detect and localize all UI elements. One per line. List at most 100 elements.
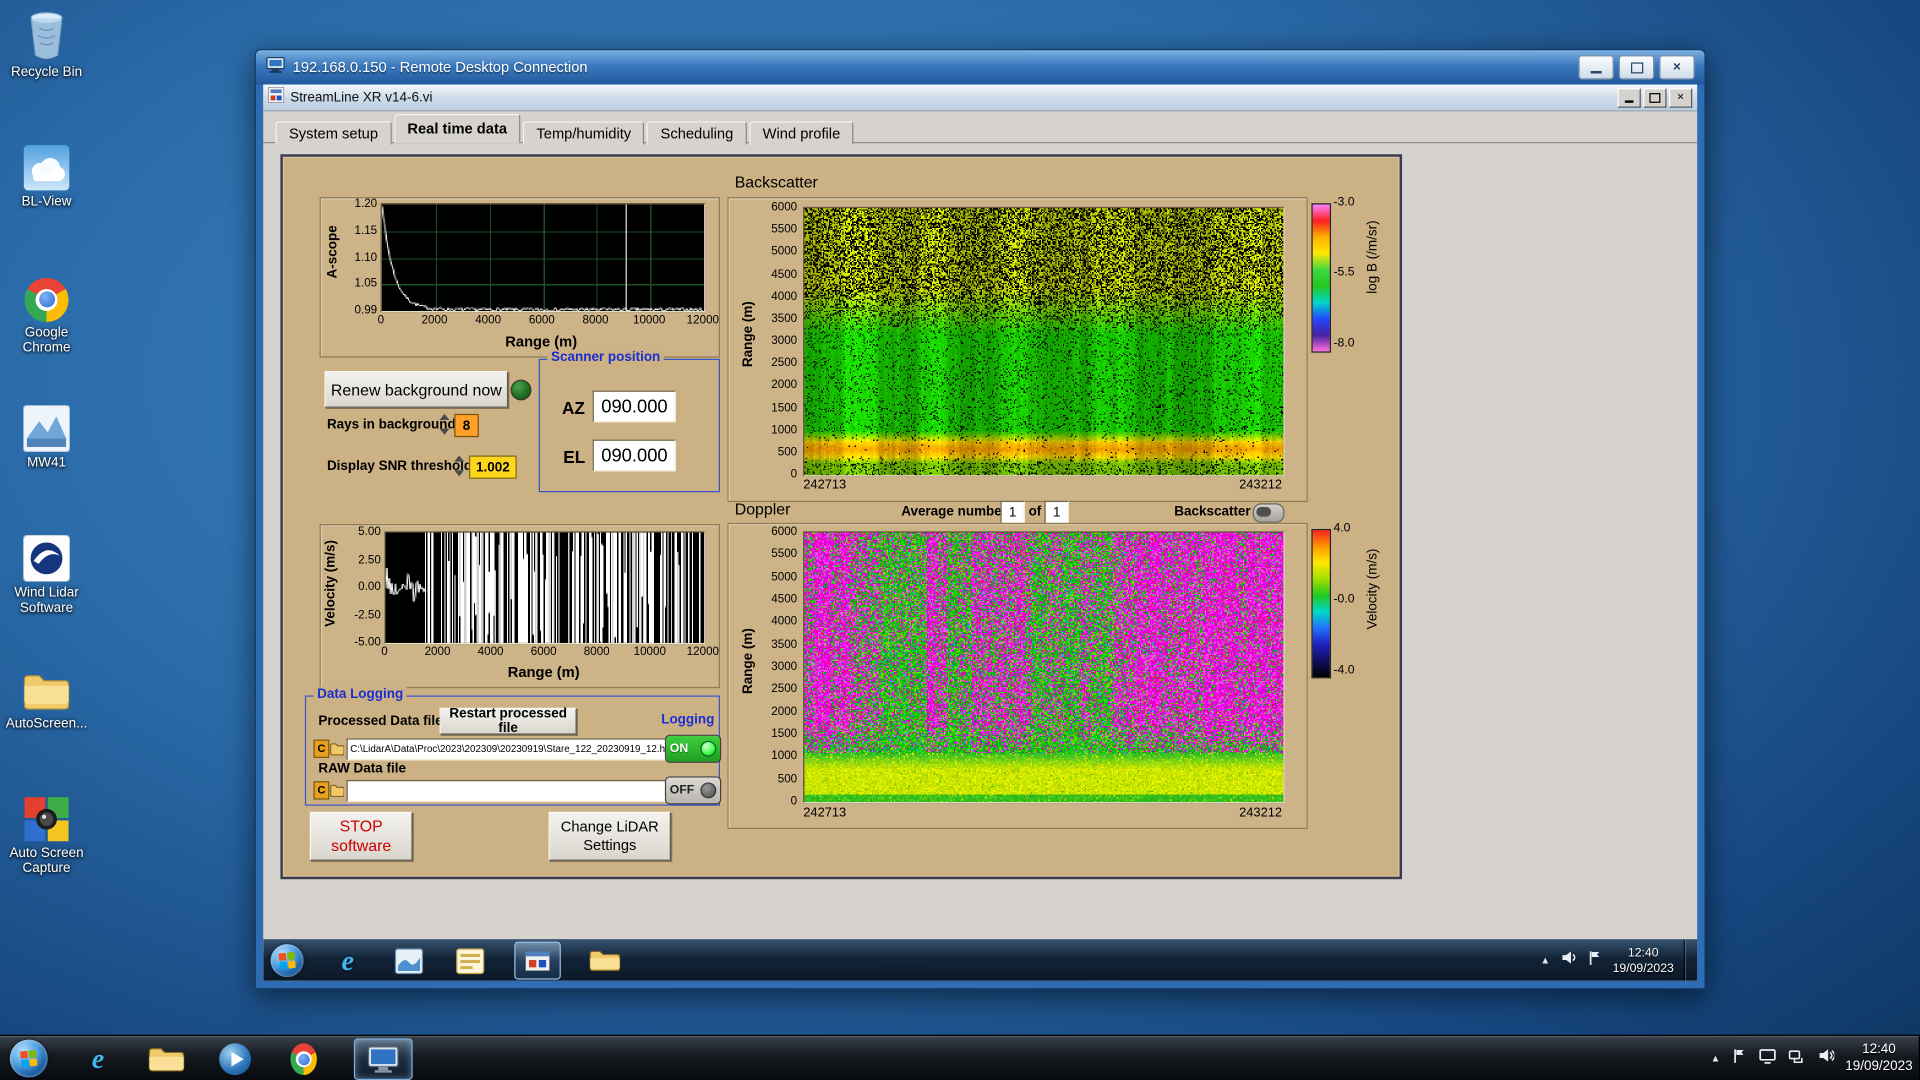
remote-tray-chevron-icon[interactable]: ▲: [1540, 955, 1550, 966]
rdc-close-button[interactable]: ×: [1659, 55, 1695, 80]
average-total-field[interactable]: 1: [1044, 500, 1069, 525]
tick-label: 1.05: [354, 277, 378, 291]
host-taskbar: e ▲ 12:40 19/09/2023: [0, 1034, 1920, 1080]
app-close-button[interactable]: ×: [1668, 87, 1693, 108]
host-clock-time: 12:40: [1862, 1041, 1896, 1057]
backscatter-toggle-label: Backscatter: [1174, 504, 1251, 520]
backscatter-plot-area: [803, 206, 1285, 477]
auto-screen-capture-icon: [2, 791, 90, 842]
rdc-restore-button[interactable]: [1618, 55, 1655, 80]
host-tray-rdp-monitor-icon[interactable]: [1758, 1048, 1776, 1070]
host-system-tray: ▲ 12:40 19/09/2023: [1711, 1036, 1913, 1080]
host-taskbar-rdp-button-active[interactable]: [353, 1037, 413, 1080]
a-scope-canvas: [382, 204, 705, 312]
remote-start-button[interactable]: [270, 944, 304, 978]
host-taskbar-chrome-icon[interactable]: [285, 1040, 322, 1077]
az-field[interactable]: 090.000: [592, 390, 676, 423]
tab-real-time-data[interactable]: Real time data: [393, 113, 521, 144]
of-label: of: [1028, 504, 1042, 520]
change-line2: Settings: [583, 836, 637, 854]
rays-value-field[interactable]: 8: [454, 413, 479, 438]
tick-label: 1.15: [354, 223, 378, 238]
app-minimize-button[interactable]: [1617, 87, 1641, 108]
a-scope-xlabel: Range (m): [505, 333, 578, 351]
on-led: [700, 740, 717, 757]
backscatter-cb-tick-bottom: -8.0: [1333, 336, 1355, 351]
restart-processed-file-button[interactable]: Restart processed file: [439, 707, 577, 736]
tab-temp-humidity[interactable]: Temp/humidity: [522, 121, 645, 145]
scanner-position-group: Scanner position AZ 090.000 EL 090.000: [538, 350, 720, 493]
processed-path-browse-icon[interactable]: [329, 740, 345, 762]
tick-label: 1.20: [354, 197, 378, 211]
processed-path-field[interactable]: C:\LidarA\Data\Proc\2023\202309\20230919…: [346, 738, 667, 761]
tick-label: 0: [790, 467, 798, 482]
host-tray-chevron-icon[interactable]: ▲: [1711, 1053, 1721, 1064]
mw41-icon: [2, 400, 90, 452]
desktop-icon-google-chrome[interactable]: Google Chrome: [2, 270, 90, 356]
desktop-icon-mw41[interactable]: MW41: [2, 400, 90, 471]
remote-taskbar-explorer-folder-icon[interactable]: [588, 945, 622, 977]
tab-system-setup[interactable]: System setup: [275, 121, 392, 145]
snr-value-field[interactable]: 1.002: [468, 455, 517, 479]
remote-taskbar-internet-explorer-icon[interactable]: e: [331, 945, 365, 977]
desktop-icon-label: Wind Lidar Software: [14, 585, 79, 616]
remote-taskbar-app-notes-icon[interactable]: [453, 945, 487, 977]
app-vi-icon: [267, 85, 285, 108]
host-tray-volume-icon[interactable]: [1817, 1047, 1836, 1070]
raw-path-field[interactable]: [346, 780, 667, 803]
rdc-minimize-button[interactable]: [1578, 55, 1614, 80]
backscatter-x-start: 242713: [803, 477, 847, 493]
desktop-icon-recycle-bin[interactable]: Recycle Bin: [2, 10, 90, 81]
stop-software-button[interactable]: STOP software: [309, 811, 413, 861]
doppler-x-start: 242713: [803, 805, 847, 821]
tick-label: 12000: [686, 313, 720, 327]
host-taskbar-media-player-icon[interactable]: [217, 1040, 254, 1077]
rays-spinner[interactable]: [439, 413, 451, 435]
el-field[interactable]: 090.000: [592, 439, 676, 472]
remote-tray-volume-icon[interactable]: [1560, 949, 1577, 972]
snr-spinner[interactable]: [454, 455, 465, 477]
processed-data-file-label: Processed Data file: [318, 713, 443, 729]
host-tray-flag-icon[interactable]: [1731, 1047, 1747, 1070]
host-start-button[interactable]: [9, 1039, 48, 1078]
remote-clock-date: 19/09/2023: [1612, 961, 1674, 976]
backscatter-display-toggle[interactable]: [1252, 503, 1285, 523]
host-taskbar-explorer-folder-icon[interactable]: [148, 1040, 185, 1077]
tab-scheduling[interactable]: Scheduling: [647, 121, 747, 145]
tick-label: 10000: [632, 313, 666, 327]
remote-taskbar-app-blue-icon[interactable]: [392, 945, 426, 977]
remote-tray-flag-icon[interactable]: [1587, 949, 1603, 972]
raw-logging-toggle[interactable]: OFF: [664, 776, 722, 805]
tick-label: 2500: [771, 356, 798, 370]
tick-label: 1.10: [354, 250, 378, 264]
host-taskbar-internet-explorer-icon[interactable]: e: [80, 1040, 117, 1077]
tick-label: 500: [777, 772, 798, 786]
tick-label: 4500: [771, 592, 798, 607]
off-label: OFF: [669, 783, 695, 798]
average-number-field[interactable]: 1: [1000, 500, 1025, 525]
logging-label: Logging: [661, 712, 715, 728]
rdc-titlebar[interactable]: 192.168.0.150 - Remote Desktop Connectio…: [255, 50, 1705, 85]
processed-logging-toggle[interactable]: ON: [664, 734, 722, 763]
desktop-icon-bl-view[interactable]: BL-View: [2, 140, 90, 211]
tick-label: 1000: [771, 423, 798, 437]
app-titlebar[interactable]: StreamLine XR v14-6.vi ×: [263, 84, 1698, 112]
change-lidar-settings-button[interactable]: Change LiDAR Settings: [548, 811, 672, 861]
snr-threshold-label: Display SNR threshold: [326, 459, 473, 474]
host-tray-network-icon[interactable]: [1788, 1048, 1806, 1070]
remote-clock[interactable]: 12:40 19/09/2023: [1613, 945, 1674, 977]
tick-label: 6000: [771, 200, 798, 215]
tick-label: 4000: [771, 289, 798, 304]
raw-path-browse-icon[interactable]: [329, 781, 345, 803]
raw-path-drive-icon[interactable]: C: [313, 781, 330, 800]
desktop-icon-wind-lidar[interactable]: Wind Lidar Software: [2, 530, 90, 616]
app-restore-button[interactable]: [1643, 87, 1667, 108]
remote-show-desktop-button[interactable]: [1683, 940, 1693, 981]
tab-wind-profile[interactable]: Wind profile: [749, 121, 854, 145]
remote-taskbar-streamline-xr-icon[interactable]: [514, 941, 561, 980]
renew-background-button[interactable]: Renew background now: [324, 371, 509, 408]
host-clock[interactable]: 12:40 19/09/2023: [1845, 1042, 1912, 1076]
desktop-icon-auto-screen-capture[interactable]: Auto Screen Capture: [2, 791, 90, 877]
desktop-icon-autoscreen[interactable]: AutoScreen...: [2, 661, 90, 732]
processed-path-drive-icon[interactable]: C: [313, 739, 330, 758]
